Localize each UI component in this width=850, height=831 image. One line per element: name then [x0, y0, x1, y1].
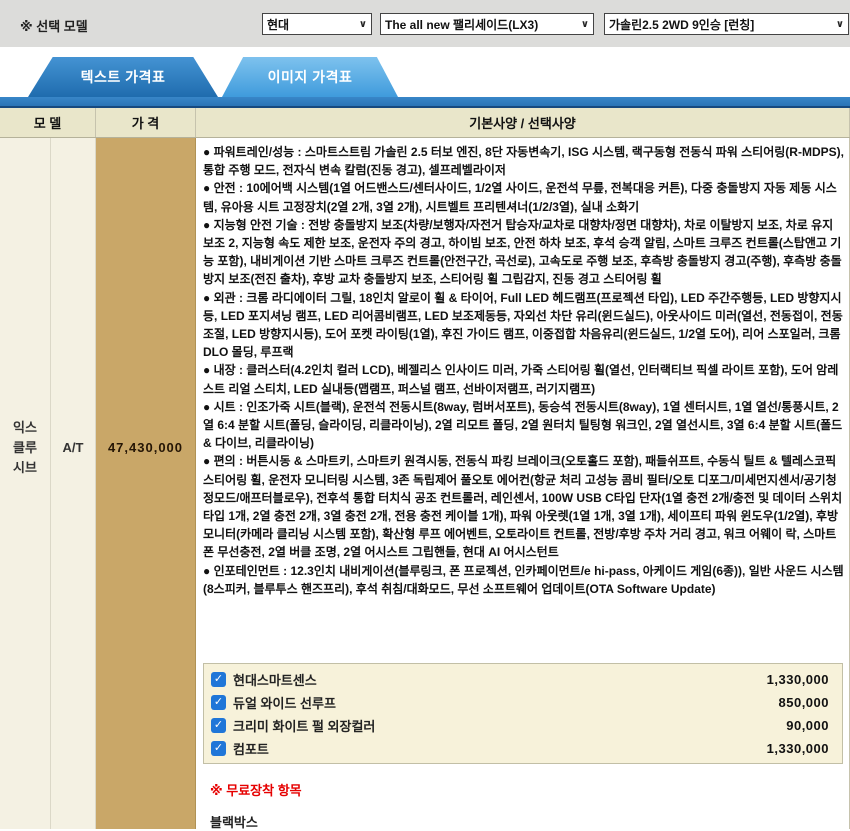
- header-model: 모 델: [0, 108, 96, 137]
- table-row: 익스 클루 시브 A/T 47,430,000 ● 파워트레인/성능 : 스마트…: [0, 138, 850, 829]
- option-row-dual-wide-sunroof[interactable]: ✓ 듀얼 와이드 선루프 850,000: [204, 691, 842, 714]
- select-model-label: ※ 선택 모델: [20, 16, 88, 35]
- model-select[interactable]: The all new 팰리세이드(LX3) ∨: [380, 13, 594, 35]
- brand-select[interactable]: 현대 ∨: [262, 13, 372, 35]
- spec-seats: ● 시트 : 인조가죽 시트(블랙), 운전석 전동시트(8way, 럼버서포트…: [203, 398, 845, 453]
- tab-text-price-table[interactable]: 텍스트 가격표: [28, 57, 218, 97]
- model-select-value: The all new 팰리세이드(LX3): [385, 16, 577, 33]
- checkbox-checked-icon[interactable]: ✓: [211, 695, 226, 710]
- transmission-value: A/T: [63, 440, 84, 455]
- model-name: 익스 클루 시브: [13, 418, 37, 478]
- tab-label: 이미지 가격표: [268, 67, 353, 87]
- checkbox-checked-icon[interactable]: ✓: [211, 672, 226, 687]
- option-label: 현대스마트센스: [233, 670, 767, 689]
- chevron-down-icon: ∨: [359, 19, 367, 30]
- header-price: 가 격: [96, 108, 196, 137]
- spec-interior: ● 내장 : 클러스터(4.2인치 컬러 LCD), 베젤리스 인사이드 미러,…: [203, 361, 845, 397]
- spec-powertrain: ● 파워트레인/성능 : 스마트스트림 가솔린 2.5 터보 엔진, 8단 자동…: [203, 143, 845, 179]
- model-name-cell: 익스 클루 시브: [0, 138, 51, 829]
- checkbox-checked-icon[interactable]: ✓: [211, 741, 226, 756]
- table-header-row: 모 델 가 격 기본사양 / 선택사양: [0, 108, 850, 138]
- model-name-line: 클루: [13, 438, 37, 458]
- checkbox-checked-icon[interactable]: ✓: [211, 718, 226, 733]
- model-name-line: 익스: [13, 418, 37, 438]
- option-label: 컴포트: [233, 739, 767, 758]
- trim-select[interactable]: 가솔린2.5 2WD 9인승 [런칭] ∨: [604, 13, 849, 35]
- model-select-bar: ※ 선택 모델 현대 ∨ The all new 팰리세이드(LX3) ∨ 가솔…: [0, 0, 850, 47]
- spec-smart-safety: ● 지능형 안전 기술 : 전방 충돌방지 보조(차량/보행자/자전거 탑승자/…: [203, 216, 845, 289]
- spec-infotainment: ● 인포테인먼트 : 12.3인치 내비게이션(블루링크, 폰 프로젝션, 인카…: [203, 562, 845, 598]
- tab-image-price-table[interactable]: 이미지 가격표: [222, 57, 398, 97]
- option-price: 90,000: [786, 718, 829, 733]
- model-name-line: 시브: [13, 458, 37, 478]
- option-label: 크리미 화이트 펄 외장컬러: [233, 716, 786, 735]
- spec-cell: ● 파워트레인/성능 : 스마트스트림 가솔린 2.5 터보 엔진, 8단 자동…: [196, 138, 850, 829]
- price-value: 47,430,000: [108, 440, 183, 455]
- tab-divider-bar: [0, 97, 850, 108]
- option-price: 850,000: [779, 695, 830, 710]
- options-box: ✓ 현대스마트센스 1,330,000 ✓ 듀얼 와이드 선루프 850,000…: [203, 663, 843, 764]
- chevron-down-icon: ∨: [581, 19, 589, 30]
- option-row-creamy-white-pearl[interactable]: ✓ 크리미 화이트 펄 외장컬러 90,000: [204, 714, 842, 737]
- option-price: 1,330,000: [767, 741, 829, 756]
- trim-select-value: 가솔린2.5 2WD 9인승 [런칭]: [609, 16, 832, 33]
- transmission-cell: A/T: [51, 138, 96, 829]
- option-price: 1,330,000: [767, 672, 829, 687]
- spec-convenience: ● 편의 : 버튼시동 & 스마트키, 스마트키 원격시동, 전동식 파킹 브레…: [203, 452, 845, 561]
- option-label: 듀얼 와이드 선루프: [233, 693, 779, 712]
- option-row-comfort[interactable]: ✓ 컴포트 1,330,000: [204, 737, 842, 760]
- price-cell: 47,430,000: [96, 138, 196, 829]
- option-row-hyundai-smartsense[interactable]: ✓ 현대스마트센스 1,330,000: [204, 668, 842, 691]
- free-item-blackbox: 블랙박스: [210, 812, 845, 831]
- spec-safety: ● 안전 : 10에어백 시스템(1열 어드밴스드/센터사이드, 1/2열 사이…: [203, 179, 845, 215]
- free-items-title: ※ 무료장착 항목: [210, 780, 845, 799]
- spec-exterior: ● 외관 : 크롬 라디에이터 그릴, 18인치 알로이 휠 & 타이어, Fu…: [203, 289, 845, 362]
- brand-select-value: 현대: [267, 16, 355, 33]
- header-spec: 기본사양 / 선택사양: [196, 108, 850, 137]
- spec-paragraphs: ● 파워트레인/성능 : 스마트스트림 가솔린 2.5 터보 엔진, 8단 자동…: [203, 143, 845, 663]
- tab-label: 텍스트 가격표: [81, 67, 166, 87]
- price-table-tabs: 텍스트 가격표 이미지 가격표: [0, 47, 850, 97]
- chevron-down-icon: ∨: [836, 19, 844, 30]
